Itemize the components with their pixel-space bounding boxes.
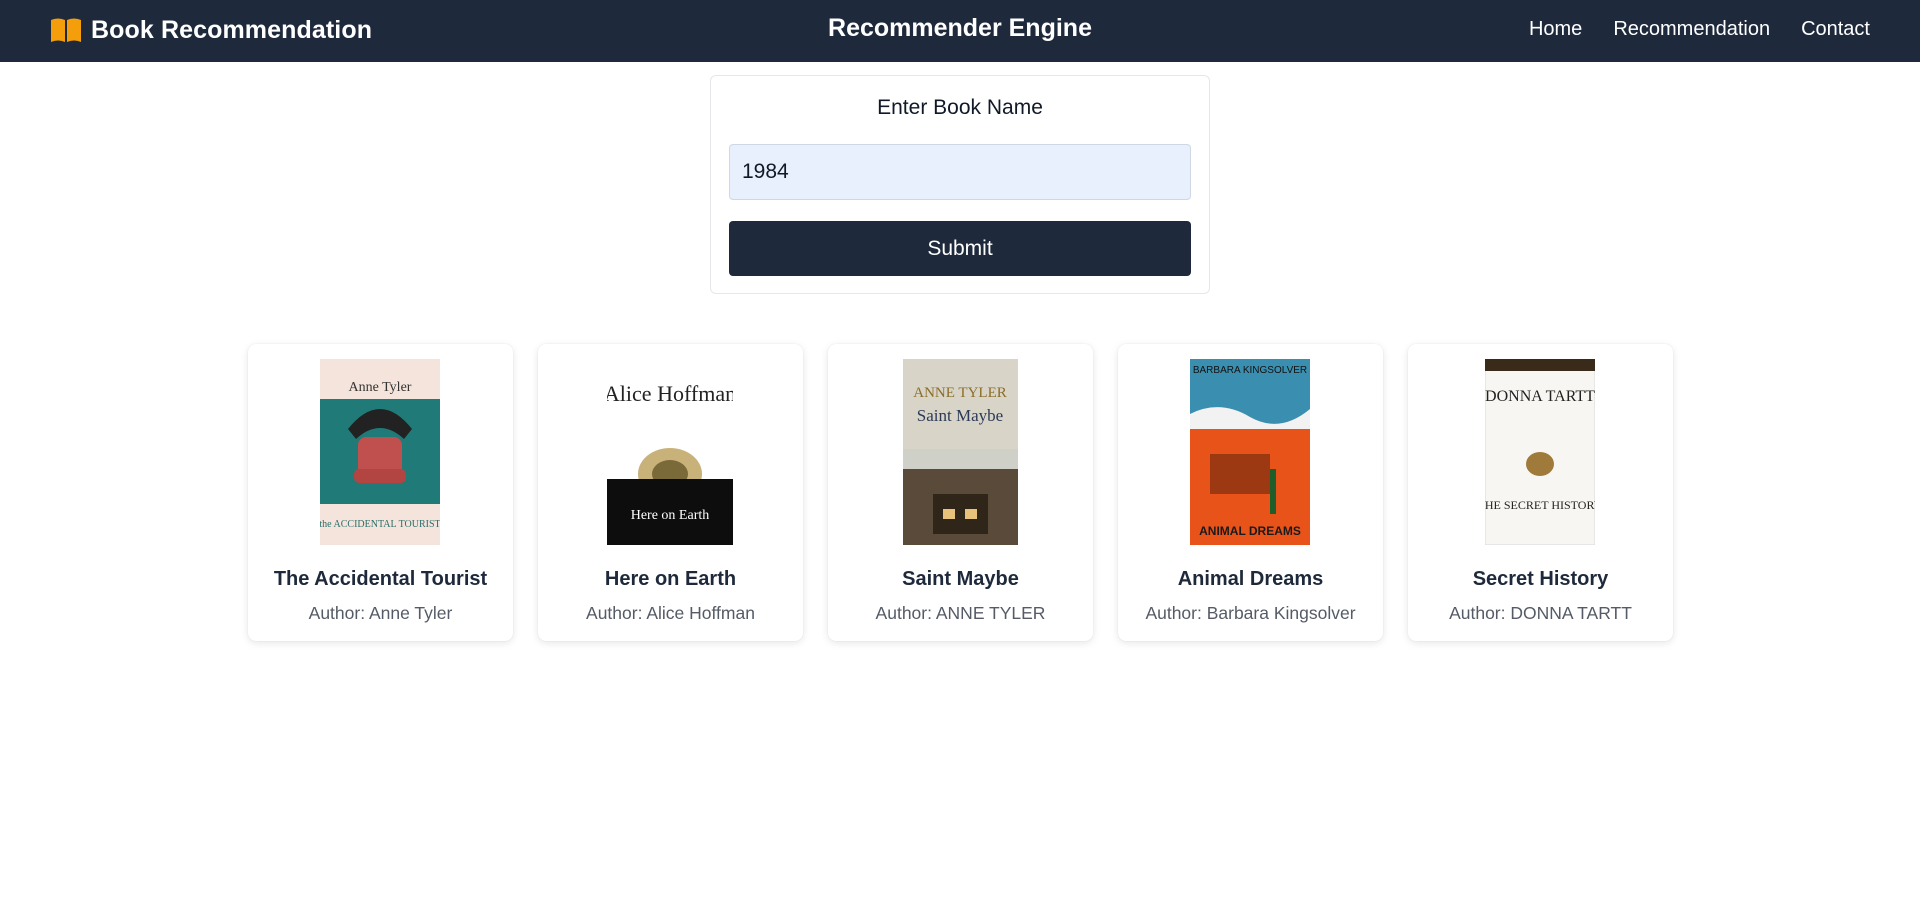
book-title: Animal Dreams	[1177, 568, 1324, 590]
nav-link-home[interactable]: Home	[1529, 18, 1582, 41]
book-card[interactable]: DONNA TARTT THE SECRET HISTORY Secret Hi…	[1408, 344, 1673, 641]
book-title: Saint Maybe	[902, 568, 1019, 590]
book-card[interactable]: Anne Tyler the ACCIDENTAL TOURIST The Ac…	[248, 344, 513, 641]
cover-bottom-text: Saint Maybe	[917, 406, 1003, 425]
nav-link-recommendation[interactable]: Recommendation	[1613, 18, 1770, 41]
cover-bottom-text: the ACCIDENTAL TOURIST	[320, 519, 440, 530]
cover-top-text: DONNA TARTT	[1485, 388, 1595, 405]
book-cover-image: Anne Tyler the ACCIDENTAL TOURIST	[320, 359, 440, 545]
book-author: Author: Barbara Kingsolver	[1145, 603, 1356, 623]
book-title: The Accidental Tourist	[273, 568, 488, 590]
book-name-label: Enter Book Name	[877, 96, 1043, 119]
cover-bottom-text: THE SECRET HISTORY	[1485, 498, 1595, 512]
book-author: Author: ANNE TYLER	[875, 603, 1046, 623]
book-name-input[interactable]	[729, 144, 1191, 200]
submit-button[interactable]: Submit	[729, 221, 1191, 276]
cover-bottom-text: ANIMAL DREAMS	[1199, 524, 1301, 538]
cover-top-text: ANNE TYLER	[913, 385, 1006, 401]
cover-top-text: Anne Tyler	[349, 380, 412, 395]
cover-top-text: Alice Hoffman	[607, 381, 733, 406]
navbar: Book Recommendation Recommender Engine H…	[0, 0, 1920, 62]
book-author: Author: Alice Hoffman	[586, 603, 755, 623]
book-cover-image: DONNA TARTT THE SECRET HISTORY	[1485, 359, 1595, 545]
nav-link-contact[interactable]: Contact	[1801, 18, 1870, 41]
book-cover-image: ANNE TYLER Saint Maybe	[903, 359, 1018, 545]
book-title: Secret History	[1472, 568, 1609, 590]
book-author: Author: Anne Tyler	[308, 603, 453, 623]
book-title: Here on Earth	[604, 568, 737, 590]
book-cover-image: BARBARA KINGSOLVER ANIMAL DREAMS	[1190, 359, 1310, 545]
book-cover-image: Alice Hoffman Here on Earth	[607, 359, 733, 545]
nav-links: Home Recommendation Contact	[1529, 18, 1870, 41]
book-card[interactable]: BARBARA KINGSOLVER ANIMAL DREAMS Animal …	[1118, 344, 1383, 641]
search-form: Enter Book Name Submit	[710, 75, 1210, 294]
book-card[interactable]: Alice Hoffman Here on Earth Here on Eart…	[538, 344, 803, 641]
cover-bottom-text: Here on Earth	[631, 508, 710, 523]
book-author: Author: DONNA TARTT	[1449, 603, 1632, 623]
cover-top-text: BARBARA KINGSOLVER	[1193, 365, 1307, 376]
book-card[interactable]: ANNE TYLER Saint Maybe Saint Maybe Autho…	[828, 344, 1093, 641]
